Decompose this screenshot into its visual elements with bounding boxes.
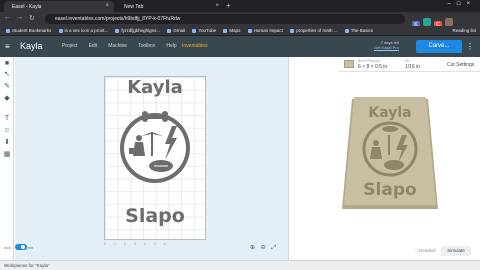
bookmark-item[interactable]: Maps (223, 28, 240, 33)
preview-text-top: Kayla (368, 105, 411, 121)
bookmarks-bar: Student Bookmarks is a sex icon a prost.… (0, 26, 480, 36)
bit-label: Bit (405, 59, 410, 63)
menu-edit[interactable]: Edit (89, 43, 98, 49)
bone-icon (145, 114, 165, 119)
bookmark-item[interactable]: Student Bookmarks (6, 28, 51, 33)
url-input[interactable]: easel.inventables.com/projects/h9bdfjj_8… (45, 14, 405, 24)
tick-label: 4 (143, 242, 146, 246)
bookmark-item[interactable]: Human Impact (248, 28, 283, 33)
shopper-icon (136, 135, 142, 141)
tick-label: 0 (104, 242, 106, 246)
material-swatch[interactable] (344, 60, 354, 68)
material-dimensions[interactable]: 6 × 8 × 0.5 in (358, 64, 387, 70)
design-text-bottom[interactable]: Slapo (104, 205, 206, 227)
text-icon[interactable]: T (3, 115, 11, 123)
back-icon[interactable]: ← (4, 14, 11, 21)
avatar[interactable] (445, 18, 453, 26)
material-name: Birch Plywood (358, 59, 381, 63)
unit-inch: inch (4, 245, 12, 250)
close-icon[interactable]: × (215, 3, 219, 9)
pro-link[interactable]: Get Easel Pro (374, 45, 399, 50)
bit-size[interactable]: 1/16 in (405, 64, 420, 70)
icon-library-icon[interactable]: ☺ (3, 127, 11, 135)
url-text: easel.inventables.com/projects/h9bdfjj_8… (55, 16, 181, 22)
browser-tab-new[interactable]: New Tab × (116, 1, 224, 12)
pointer-icon[interactable]: ↖ (3, 71, 11, 79)
tick-label: 5 (153, 242, 156, 246)
unit-toggle[interactable] (15, 244, 27, 250)
inventables-logo[interactable]: Inventables (182, 43, 208, 49)
reading-list[interactable]: Reading list (449, 28, 476, 33)
shape-icon[interactable]: ◆ (3, 95, 11, 103)
pen-icon[interactable]: ✎ (3, 83, 11, 91)
more-icon[interactable]: ⋮ (466, 42, 474, 51)
shapes-icon[interactable]: ■ (3, 60, 11, 68)
close-icon[interactable]: × (105, 3, 109, 9)
menu-toolbox[interactable]: Toolbox (138, 43, 155, 49)
3d-preview[interactable]: Kayla Slapo (340, 95, 440, 213)
tick-label: 3 (133, 242, 136, 246)
tick-label: 6 (163, 242, 166, 246)
app-menu: Project Edit Machine Toolbox Help (62, 43, 188, 49)
emblem-design[interactable] (117, 104, 193, 200)
menu-project[interactable]: Project (62, 43, 78, 49)
bookmark-item[interactable]: YouTube (192, 28, 216, 33)
detailed-toggle[interactable]: ○ Detailed (415, 248, 435, 253)
menu-machine[interactable]: Machine (108, 43, 127, 49)
extension-icon[interactable] (423, 18, 431, 26)
apps-icon[interactable]: ▦ (3, 151, 11, 159)
tick-label: 1 (113, 242, 116, 246)
unit-mm: mm (26, 245, 34, 250)
workpieces-label: Workpieces for "Kayla" (4, 263, 50, 268)
simulate-button[interactable]: Simulate (441, 246, 471, 256)
browser-tab-easel[interactable]: Easel - Kayla × (4, 1, 114, 12)
bookmark-item[interactable]: The Basics (345, 28, 373, 33)
tab-title: New Tab (124, 4, 144, 10)
tab-title: Easel - Kayla (12, 4, 42, 10)
cut-settings-button[interactable]: Cut Settings (447, 62, 474, 68)
bookmark-item[interactable]: properties of math ... (290, 28, 337, 33)
bookmark-item[interactable]: Gmail (167, 28, 185, 33)
bookmark-item[interactable]: is a sex icon a prost... (59, 28, 109, 33)
forward-icon[interactable]: → (16, 14, 23, 21)
bookmark-item[interactable]: fyrzdfjgbhvghigns... (115, 28, 160, 33)
tool-sidebar: ■ ↖ ✎ ◆ T ☺ ⬇ ▦ (0, 57, 14, 260)
trial-status: 7 days left Get Easel Pro (374, 40, 399, 50)
tick-label: 2 (123, 242, 126, 246)
menu-icon[interactable]: ≡ (5, 42, 10, 51)
new-tab-icon[interactable]: + (226, 1, 231, 10)
window-controls[interactable]: –□× (448, 1, 476, 7)
preview-text-bottom: Slapo (363, 180, 416, 200)
menu-help[interactable]: Help (166, 43, 176, 49)
import-icon[interactable]: ⬇ (3, 139, 11, 147)
detailed-label: Detailed (418, 248, 436, 253)
project-title[interactable]: Kayla (20, 41, 43, 51)
zoom-controls[interactable]: ⊕ ⊖ ⤢ (250, 244, 278, 252)
palm-tree-icon (151, 132, 153, 156)
ruler-bottom: 0 1 2 3 4 5 6 (104, 242, 208, 246)
workpieces-bar[interactable]: Workpieces for "Kayla" (0, 260, 480, 270)
carve-button[interactable]: Carve... (416, 40, 462, 53)
reload-icon[interactable]: ↻ (29, 14, 35, 22)
design-text-top[interactable]: Kayla (104, 77, 206, 98)
